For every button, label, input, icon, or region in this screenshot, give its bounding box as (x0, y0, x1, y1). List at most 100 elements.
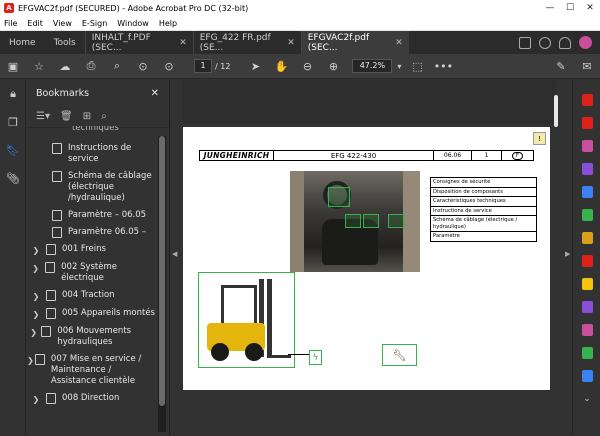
contents-item[interactable]: Schéma de câblage (électrique / hydrauli… (431, 216, 536, 232)
bookmark-item[interactable]: techniques (26, 124, 158, 141)
new-bookmark-icon[interactable]: ⊞ (83, 111, 91, 122)
menu-file[interactable]: File (4, 19, 17, 28)
menu-window[interactable]: Window (117, 19, 149, 28)
bell-icon[interactable] (559, 36, 571, 49)
zoom-search-icon[interactable]: ⌕ (104, 54, 130, 79)
chevron-down-icon[interactable]: ⌄ (573, 387, 600, 410)
bookmark-item[interactable]: Schéma de câblage (électrique /hydrauliq… (26, 169, 158, 208)
contents-item[interactable]: Instructions de service (431, 207, 536, 216)
more-tools-icon[interactable] (573, 364, 600, 387)
delete-icon[interactable]: 🗑︎ (60, 111, 73, 122)
combine-files-icon[interactable] (573, 157, 600, 180)
close-icon[interactable]: ✕ (287, 38, 295, 48)
mail-icon[interactable]: ✉ (574, 54, 600, 79)
zoom-in-icon[interactable]: ⊕ (320, 54, 346, 79)
chevron-right-icon[interactable]: ❯ (26, 308, 46, 320)
zoom-out-icon[interactable]: ⊖ (294, 54, 320, 79)
chevron-right-icon[interactable]: ❯ (26, 393, 46, 405)
bookmark-item[interactable]: Instructions de service (26, 141, 158, 169)
edit-pdf-icon[interactable] (573, 134, 600, 157)
contents-item[interactable]: Disposition de composants (431, 188, 536, 197)
attachments-icon[interactable]: 📎︎ (0, 164, 26, 192)
scan-ocr-icon[interactable] (573, 180, 600, 203)
warning-icon[interactable]: ! (533, 132, 546, 145)
create-pdf-icon[interactable] (573, 111, 600, 134)
cloud-upload-icon[interactable]: ☁ (52, 54, 78, 79)
controls-hotspot-1[interactable] (345, 214, 361, 228)
export-pdf-icon[interactable] (573, 88, 600, 111)
controls-hotspot-3[interactable] (388, 214, 404, 228)
page-number-input[interactable]: 1 (194, 59, 212, 73)
sign-icon[interactable]: ✎ (548, 54, 574, 79)
close-icon[interactable]: ✕ (395, 38, 403, 48)
fill-sign-icon[interactable] (573, 295, 600, 318)
bookmarks-icon[interactable]: 🔖︎ (0, 136, 26, 164)
menu-help[interactable]: Help (159, 19, 177, 28)
wrench-icon[interactable]: 🔧︎ (382, 344, 417, 366)
document-scrollbar[interactable] (553, 80, 559, 436)
more-options-icon[interactable]: ••• (430, 54, 456, 79)
minimize-button[interactable]: — (540, 3, 560, 13)
next-page-icon[interactable]: ⊙ (156, 54, 182, 79)
contents-item[interactable]: Caractéristiques techniques (431, 197, 536, 207)
steering-hotspot[interactable] (328, 187, 350, 207)
avatar[interactable] (579, 36, 592, 49)
zoom-level-field[interactable]: 47.2% (352, 59, 393, 73)
bookmark-item[interactable]: Paramètre – 06.05 (26, 208, 158, 225)
close-window-button[interactable]: ✕ (580, 3, 600, 13)
controls-hotspot-2[interactable] (363, 214, 379, 228)
contents-item[interactable]: Consignes de sécurité (431, 178, 536, 188)
maximize-button[interactable]: ☐ (560, 3, 580, 13)
tab-home[interactable]: Home (0, 31, 45, 54)
bookmark-item[interactable]: ❯ 005 Appareils montés (26, 306, 158, 324)
tab-tools[interactable]: Tools (45, 31, 85, 54)
bookmark-star-icon[interactable]: ☆ (26, 54, 52, 79)
prev-page-icon[interactable]: ⊙ (130, 54, 156, 79)
compress-icon[interactable] (573, 249, 600, 272)
electrical-hotspot-icon[interactable]: ϟ (309, 350, 322, 365)
select-cursor-icon[interactable]: ➤ (242, 54, 268, 79)
scrollbar-thumb[interactable] (159, 136, 165, 406)
collapse-panel-icon[interactable]: ◀ (172, 250, 177, 258)
request-signature-icon[interactable] (573, 318, 600, 341)
bookmark-item[interactable]: ❯ 001 Freins (26, 242, 158, 260)
bookmark-item[interactable]: ❯ 004 Traction (26, 288, 158, 306)
doc-tab-efg422[interactable]: EFG_422 FR.pdf (SE... ✕ (192, 31, 301, 54)
forklift-image[interactable] (198, 272, 295, 368)
close-icon[interactable]: ✕ (179, 38, 187, 48)
close-icon[interactable]: ✕ (151, 88, 159, 99)
bookmark-item[interactable]: ❯ 007 Mise en service / Maintenance / As… (26, 352, 158, 391)
chevron-right-icon[interactable]: ❯ (26, 354, 35, 387)
doc-tab-efgvac2f[interactable]: EFGVAC2f.pdf (SEC... ✕ (300, 31, 409, 54)
bookmarks-scrollbar[interactable] (158, 136, 166, 432)
menu-edit[interactable]: Edit (27, 19, 43, 28)
bookmark-item[interactable]: ❯ 008 Direction (26, 391, 158, 409)
lock-icon[interactable]: 🔒︎ (0, 80, 26, 108)
print-production-icon[interactable] (573, 341, 600, 364)
scrollbar-thumb[interactable] (554, 95, 558, 127)
hand-tool-icon[interactable]: ✋ (268, 54, 294, 79)
chevron-right-icon[interactable]: ❯ (26, 290, 46, 302)
print-icon[interactable]: ⎙ (78, 54, 104, 79)
page-thumbnails-icon[interactable]: ❐ (0, 108, 26, 136)
help-icon[interactable] (539, 36, 551, 49)
protect-icon[interactable] (573, 203, 600, 226)
share-icon[interactable] (519, 36, 531, 49)
bookmark-item[interactable]: Paramètre 06.05 – (26, 225, 158, 242)
bookmark-options-icon[interactable]: ☰▾ (36, 111, 50, 122)
page-fit-icon[interactable]: ⬚ (404, 54, 430, 79)
comment-icon[interactable] (573, 272, 600, 295)
find-bookmark-icon[interactable]: ⌕ (101, 111, 107, 122)
organize-pages-icon[interactable] (573, 226, 600, 249)
chevron-right-icon[interactable]: ❯ (26, 326, 41, 348)
chevron-right-icon[interactable]: ❯ (26, 262, 45, 284)
bookmark-item[interactable]: ❯ 002 Système électrique (26, 260, 158, 288)
chevron-right-icon[interactable]: ❯ (26, 244, 46, 256)
bookmark-item[interactable]: ❯ 006 Mouvements hydrauliques (26, 324, 158, 352)
save-icon[interactable]: ▣ (0, 54, 26, 79)
doc-tab-inhalt[interactable]: INHALT_f.PDF (SEC... ✕ (84, 31, 193, 54)
expand-panel-icon[interactable]: ▶ (565, 250, 570, 258)
menu-view[interactable]: View (53, 19, 72, 28)
contents-item[interactable]: Paramètre (431, 232, 536, 241)
chevron-down-icon[interactable]: ▾ (394, 54, 404, 79)
